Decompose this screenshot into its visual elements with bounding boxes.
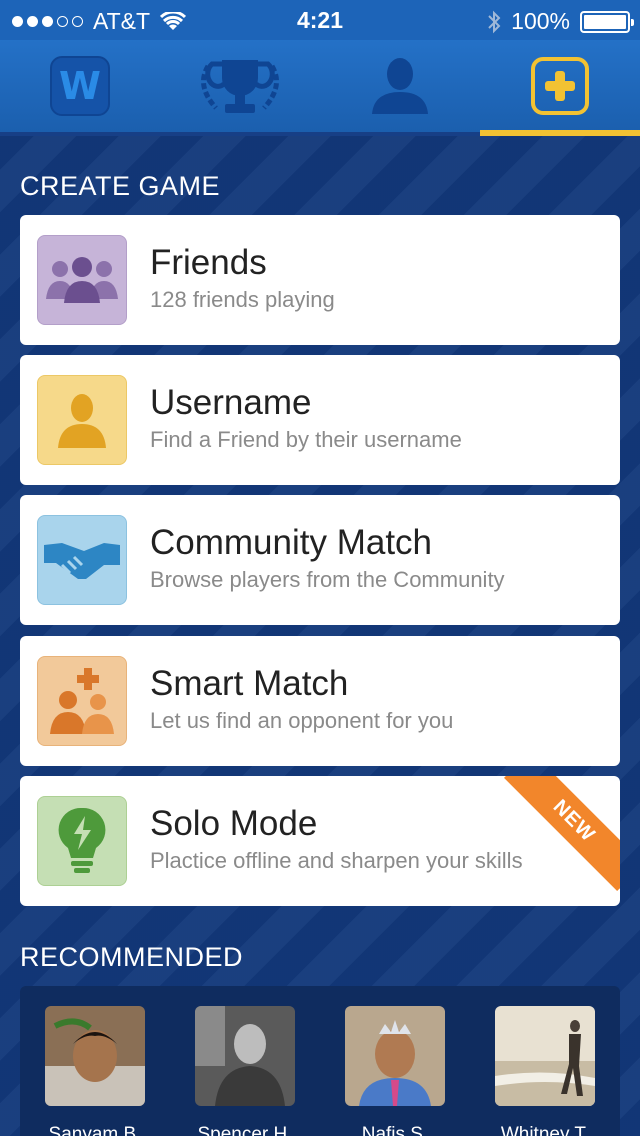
trophy-icon (201, 60, 279, 113)
words-logo-icon: W (50, 56, 110, 116)
avatar (345, 1006, 445, 1106)
user-silhouette-icon (37, 375, 127, 465)
recommended-player[interactable]: Spencer H. (195, 1006, 295, 1136)
friends-group-icon (37, 235, 127, 325)
option-title: Username (150, 383, 312, 422)
player-name: Spencer H. (197, 1124, 293, 1136)
create-game-heading: CREATE GAME (20, 171, 221, 201)
tab-leaderboard[interactable] (160, 40, 320, 132)
option-community-match[interactable]: Community Match Browse players from the … (20, 495, 620, 625)
recommended-player[interactable]: Whitney T. (495, 1006, 595, 1136)
option-title: Solo Mode (150, 804, 318, 843)
option-subtitle: Let us find an opponent for you (150, 708, 454, 733)
player-name: Nafis S. (361, 1124, 429, 1136)
battery-icon (580, 10, 634, 33)
tab-bar: W (0, 40, 640, 136)
option-solo-mode[interactable]: Solo Mode Plactice offline and sharpen y… (20, 776, 620, 906)
option-subtitle: Plactice offline and sharpen your skills (150, 848, 523, 873)
player-name: Sanyam B. (48, 1124, 142, 1136)
option-title: Friends (150, 243, 267, 282)
status-bar: AT&T 4:21 100% (0, 0, 640, 40)
option-title: Community Match (150, 523, 433, 562)
option-title: Smart Match (150, 664, 349, 703)
recommended-heading: RECOMMENDED (20, 942, 244, 972)
battery-percent: 100% (511, 8, 570, 34)
option-subtitle: 128 friends playing (150, 287, 335, 312)
bluetooth-icon (488, 10, 501, 33)
option-subtitle: Browse players from the Community (150, 567, 505, 592)
recommended-player[interactable]: Nafis S. (345, 1006, 445, 1136)
lightbulb-icon (37, 796, 127, 886)
person-icon (372, 58, 428, 114)
recommended-panel: Sanyam B. Spencer H. Nafis S. Whitney T. (20, 986, 620, 1136)
handshake-icon (37, 515, 127, 605)
recommended-player[interactable]: Sanyam B. (45, 1006, 145, 1136)
plus-icon (531, 57, 589, 115)
tab-create-game[interactable] (480, 40, 640, 136)
avatar (495, 1006, 595, 1106)
avatar (195, 1006, 295, 1106)
tab-profile[interactable] (320, 40, 480, 132)
smart-match-icon (37, 656, 127, 746)
option-username[interactable]: Username Find a Friend by their username (20, 355, 620, 485)
option-friends[interactable]: Friends 128 friends playing (20, 215, 620, 345)
option-subtitle: Find a Friend by their username (150, 427, 462, 452)
tab-words[interactable]: W (0, 40, 160, 132)
player-name: Whitney T. (500, 1124, 590, 1136)
option-smart-match[interactable]: Smart Match Let us find an opponent for … (20, 636, 620, 766)
avatar (45, 1006, 145, 1106)
